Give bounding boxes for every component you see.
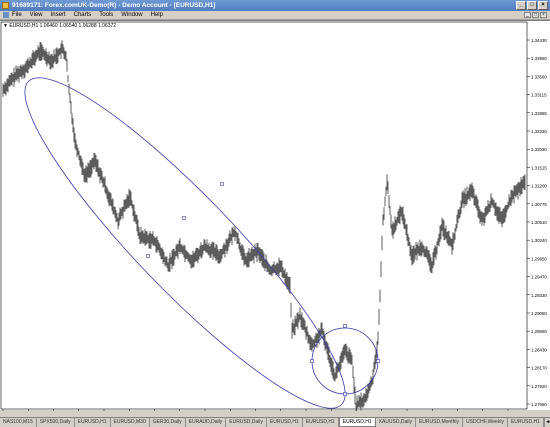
plot-frame [0,21,528,410]
circle-object [311,327,379,395]
chart-tab[interactable]: EURUSD,H1 [507,418,544,427]
menu-insert[interactable]: Insert [51,11,66,20]
price-label: 1.29330 [531,293,547,298]
chart-tab[interactable]: GER30,Daily [149,418,186,427]
chart-tab[interactable]: EURUSD,Monthly [415,418,463,427]
chart-tab[interactable]: XAUUSD,Daily [375,418,416,427]
chart-window-icon [3,12,9,18]
price-label: 1.28430 [531,347,547,352]
ellipse-object [24,77,346,409]
chart-tab[interactable]: USDCHF,Weekly [462,418,508,427]
symbol-info: ▼ EURUSD,H1 1.06460 1.06540 1.06288 1.06… [3,23,117,29]
price-label: 1.29470 [531,275,547,280]
app-icon [2,2,9,9]
price-label: 1.29950 [531,256,547,261]
mdi-close-button[interactable]: × [540,12,547,18]
price-label: 1.27650 [531,402,547,407]
price-label: 1.32330 [531,129,547,134]
close-button[interactable]: × [538,1,548,10]
chart-tab[interactable]: EURAUD,Daily [185,418,227,427]
price-label: 1.34430 [531,38,547,43]
object-handle [376,359,380,363]
price-label: 1.27920 [531,384,547,389]
chart-tab[interactable]: EURUSD,H1 [302,418,339,427]
price-label: 1.33115 [531,93,547,98]
tab-scroll-left-icon[interactable]: ◄ [543,418,550,427]
object-handle [220,182,224,186]
price-chart[interactable]: 1.34430 1.33960 1.33560 1.33115 1.32855 1.323… [0,20,550,411]
object-handle [182,216,186,220]
price-label: 1.29050 [531,311,547,316]
object-handle [343,392,347,396]
menu-view[interactable]: View [30,11,43,20]
mdi-minimize-button[interactable]: _ [524,12,531,18]
chart-tab-active[interactable]: EURUSD,H1 [338,418,376,427]
price-label: 1.28170 [531,366,547,371]
object-handle [310,359,314,363]
title-bar: 91689171: Forex.comUK-Demo(R) - Demo Acc… [0,0,550,11]
chart-tab[interactable]: EURUSD,Daily [226,418,267,427]
chart-tab[interactable]: EURUSD,H1 [266,418,303,427]
maximize-button[interactable]: □ [527,1,537,10]
price-label: 1.32030 [531,147,547,152]
mdi-restore-button[interactable]: □ [532,12,539,18]
price-label: 1.28690 [531,329,547,334]
price-label: 1.33960 [531,56,547,61]
menu-file[interactable]: File [12,11,22,20]
menu-window[interactable]: Window [121,11,142,20]
chart-tab[interactable]: EURUSD,M30 [110,418,150,427]
window-controls: _ □ × [516,1,548,10]
object-handle [343,324,347,328]
price-label: 1.30240 [531,238,547,243]
menu-help[interactable]: Help [151,11,163,20]
price-label: 1.30510 [531,220,547,225]
menu-charts[interactable]: Charts [74,11,92,20]
chart-tab[interactable]: EURUSD,H1 [74,418,111,427]
price-label: 1.31200 [531,184,547,189]
menu-tools[interactable]: Tools [99,11,113,20]
object-handle [146,254,150,258]
window-title: 91689171: Forex.comUK-Demo(R) - Demo Acc… [12,2,216,9]
price-label: 1.30775 [531,202,547,207]
price-label: 1.32855 [531,111,547,116]
price-label: 1.31515 [531,165,547,170]
chart-tab[interactable]: NAS100,M15 [0,418,37,427]
minimize-button[interactable]: _ [516,1,526,10]
chart-tab[interactable]: SPX500,Daily [36,418,75,427]
price-label: 1.33560 [531,74,547,79]
mdi-controls: _ □ × [524,12,547,18]
menu-bar: File View Insert Charts Tools Window Hel… [0,11,550,20]
chart-tabs: NAS100,M15 SPX500,Daily EURUSD,H1 EURUSD… [0,417,550,427]
tab-scroll: ◄ ► [543,418,550,427]
chart-canvas[interactable]: 1.34430 1.33960 1.33560 1.33115 1.32855 1.323… [0,21,550,411]
